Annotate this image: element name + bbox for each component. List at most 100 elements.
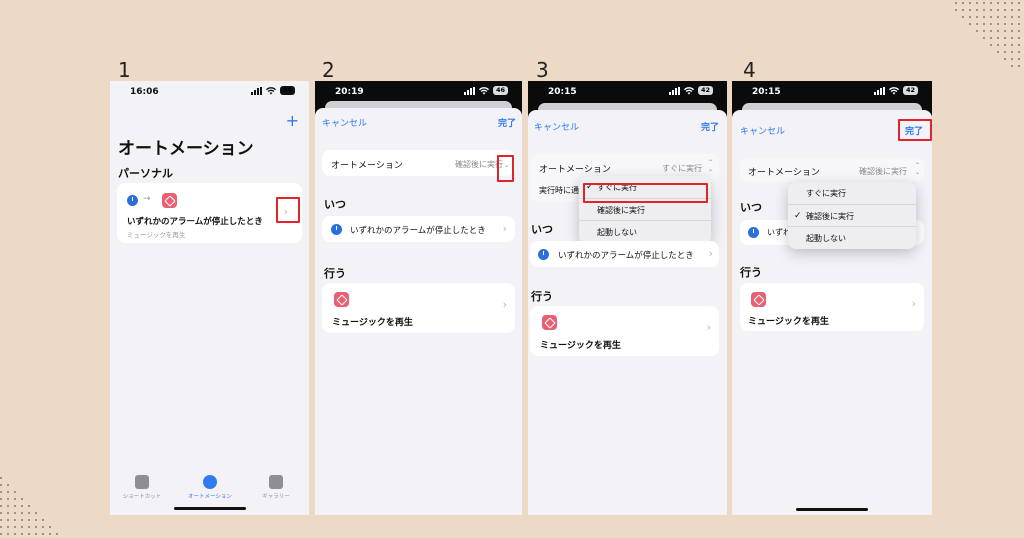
- highlight-box: [898, 119, 932, 141]
- automation-title: いずれかのアラームが停止したとき: [127, 217, 263, 227]
- decorative-dot: [1004, 44, 1006, 46]
- decorative-dot: [0, 498, 2, 500]
- decorative-dot: [990, 37, 992, 39]
- section-heading-when: いつ: [740, 201, 762, 214]
- decorative-dot: [983, 9, 985, 11]
- status-time: 20:19: [335, 87, 364, 97]
- home-indicator: [796, 508, 868, 511]
- phone-screen-4: 20:15 42 キャンセル 完了 オートメーション 確認後に実行 ⌃ ⌄ いつ …: [732, 81, 932, 515]
- decorative-dot: [1018, 65, 1020, 67]
- status-time: 20:15: [752, 87, 781, 97]
- section-heading-do: 行う: [324, 267, 346, 280]
- automation-icon: [203, 475, 217, 489]
- highlight-box: [583, 183, 708, 203]
- cancel-button[interactable]: キャンセル: [740, 124, 785, 137]
- tab-shortcuts[interactable]: ショートカット: [112, 475, 172, 500]
- wifi-icon: [683, 86, 694, 94]
- decorative-dot: [1018, 23, 1020, 25]
- decorative-dot: [990, 9, 992, 11]
- step-number-4: 4: [743, 58, 756, 82]
- trigger-label: いずれかのアラームが停止したとき: [558, 251, 694, 261]
- clock-icon: [331, 224, 342, 235]
- tab-gallery[interactable]: ギャラリー: [246, 475, 306, 500]
- decorative-dot: [997, 9, 999, 11]
- done-button[interactable]: 完了: [498, 116, 516, 129]
- status-bar: 16:06 94: [110, 81, 309, 103]
- action-row[interactable]: ミュージックを再生 ›: [740, 283, 924, 331]
- automation-mode-label: オートメーション: [748, 168, 820, 178]
- action-row[interactable]: ミュージックを再生 ›: [530, 306, 719, 356]
- menu-item-do-not-run[interactable]: 起動しない: [788, 226, 916, 248]
- decorative-dot: [1011, 37, 1013, 39]
- decorative-dot: [1011, 51, 1013, 53]
- step-number-1: 1: [118, 58, 131, 82]
- tab-automation[interactable]: オートメーション: [180, 475, 240, 500]
- decorative-dot: [969, 9, 971, 11]
- decorative-dot: [35, 526, 37, 528]
- automation-mode-row[interactable]: オートメーション 確認後に実行 ⌃ ⌄: [322, 150, 515, 176]
- edit-sheet: キャンセル 完了 オートメーション 確認後に実行 ⌃ ⌄ いつ いずれかのアラーム…: [315, 108, 522, 515]
- action-row[interactable]: ミュージックを再生 ›: [322, 283, 515, 333]
- cancel-button[interactable]: キャンセル: [322, 116, 367, 129]
- add-automation-button[interactable]: +: [286, 111, 299, 130]
- automation-mode-label: オートメーション: [539, 165, 611, 175]
- trigger-row[interactable]: いずれかのアラームが停止したとき ›: [530, 241, 719, 267]
- decorative-dot: [983, 2, 985, 4]
- decorative-dot: [14, 498, 16, 500]
- layers-icon: [135, 475, 149, 489]
- shortcut-icon: [334, 292, 349, 307]
- decorative-dot: [1011, 9, 1013, 11]
- decorative-dot: [990, 44, 992, 46]
- clock-icon: [538, 249, 549, 260]
- decorative-dot: [1018, 9, 1020, 11]
- decorative-dot: [49, 526, 51, 528]
- decorative-dot: [990, 2, 992, 4]
- status-bar: 20:15 42: [732, 81, 932, 103]
- highlight-box: [276, 197, 300, 223]
- automation-mode-row[interactable]: オートメーション 確認後に実行 ⌃ ⌄: [740, 158, 924, 182]
- decorative-dot: [7, 505, 9, 507]
- decorative-dot: [983, 16, 985, 18]
- wifi-icon: [478, 86, 489, 94]
- trigger-row[interactable]: いずれかのアラームが停止したとき ›: [322, 216, 515, 242]
- menu-item-run-immediately[interactable]: すぐに実行: [788, 182, 916, 204]
- highlight-box: [497, 155, 514, 182]
- menu-item-run-after-confirm[interactable]: ✓ 確認後に実行: [788, 204, 916, 226]
- trigger-label: いずれかのアラームが停止したとき: [350, 226, 486, 236]
- automation-card[interactable]: → いずれかのアラームが停止したとき ミュージックを再生 ›: [117, 183, 302, 243]
- decorative-dot: [0, 484, 2, 486]
- updown-chevron-icon: ⌃ ⌄: [914, 162, 920, 176]
- decorative-dot: [997, 37, 999, 39]
- decorative-dot: [1011, 2, 1013, 4]
- decorative-dot: [962, 9, 964, 11]
- action-label: ミュージックを再生: [748, 317, 829, 327]
- battery-icon: 46: [492, 86, 508, 95]
- decorative-dot: [7, 519, 9, 521]
- shortcut-icon: [162, 193, 177, 208]
- decorative-dot: [983, 37, 985, 39]
- done-button[interactable]: 完了: [701, 120, 719, 133]
- decorative-dot: [1004, 23, 1006, 25]
- decorative-dot: [1004, 30, 1006, 32]
- decorative-dot: [997, 51, 999, 53]
- arrow-right-icon: →: [143, 194, 151, 204]
- decorative-dot: [14, 533, 16, 535]
- section-heading-when: いつ: [324, 198, 346, 211]
- clock-icon: [127, 195, 138, 206]
- decorative-dots-top-right: [955, 2, 1024, 68]
- decorative-dot: [7, 491, 9, 493]
- chevron-right-icon: ›: [502, 222, 507, 235]
- decorative-dot: [56, 533, 58, 535]
- decorative-dot: [1018, 51, 1020, 53]
- decorative-dot: [1004, 51, 1006, 53]
- cancel-button[interactable]: キャンセル: [534, 120, 579, 133]
- decorative-dot: [1011, 58, 1013, 60]
- decorative-dot: [990, 16, 992, 18]
- decorative-dot: [14, 505, 16, 507]
- action-label: ミュージックを再生: [332, 318, 413, 328]
- status-bar: 20:19 46: [315, 81, 522, 103]
- wifi-icon: [265, 86, 276, 94]
- battery-icon: 94: [279, 86, 295, 95]
- menu-item-do-not-run[interactable]: 起動しない: [579, 220, 711, 242]
- step-number-3: 3: [536, 58, 549, 82]
